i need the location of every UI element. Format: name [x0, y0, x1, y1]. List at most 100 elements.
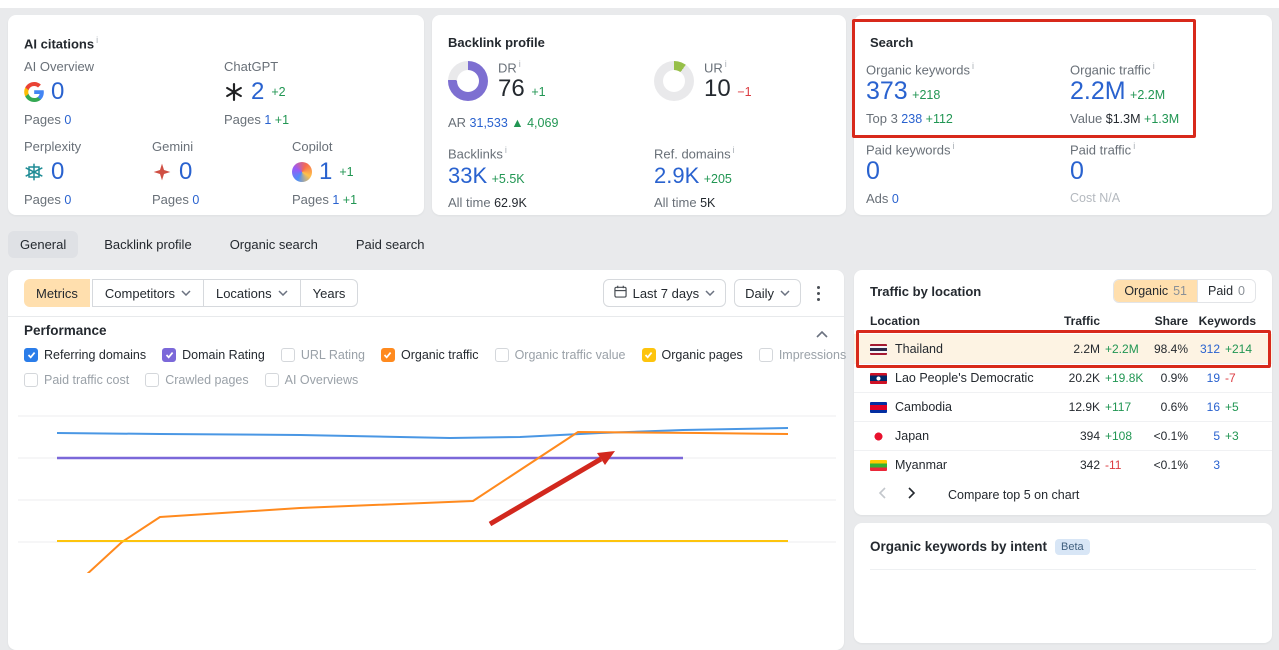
- organic-traffic-line: [86, 431, 789, 573]
- divider: [870, 569, 1256, 570]
- metrics-button[interactable]: Metrics: [24, 279, 90, 307]
- dr-donut-chart: [448, 61, 488, 101]
- country-flag-icon: [870, 430, 887, 442]
- metric-checkbox-organic-traffic[interactable]: Organic traffic: [380, 348, 479, 362]
- ur-label: UR i: [704, 59, 727, 76]
- prev-page-icon[interactable]: [878, 486, 886, 503]
- date-controls: Last 7 days Daily: [602, 279, 828, 307]
- metric-checkbox-row-2: Paid traffic cost Crawled pages AI Overvie…: [24, 373, 358, 387]
- performance-chart[interactable]: [8, 394, 844, 573]
- ai-pages-line: Pages 0: [24, 112, 72, 127]
- metric-checkbox-referring-domains[interactable]: Referring domains: [24, 348, 146, 362]
- calendar-icon: [613, 285, 627, 301]
- ai-citation-item: Copilot 1 +1 Pages 1 +1: [292, 139, 357, 207]
- tab-general[interactable]: General: [8, 231, 79, 258]
- compare-top5-link[interactable]: Compare top 5 on chart: [948, 488, 1079, 502]
- metric-checkbox-organic-traffic-value[interactable]: Organic traffic value: [494, 348, 626, 362]
- dr-label: DR i: [498, 59, 521, 76]
- chart-filter-toolbar: Metrics Competitors Locations Years: [24, 279, 359, 307]
- backlink-profile-title: Backlink profile: [448, 35, 545, 50]
- ai-citation-item: Perplexity 0 Pages 0: [24, 139, 81, 207]
- ar-rank: AR 31,533 ▲ 4,069: [448, 115, 559, 130]
- organic-keywords-value[interactable]: 373 +218: [866, 77, 940, 106]
- info-icon[interactable]: i: [96, 35, 98, 45]
- metric-checkbox-paid-traffic-cost[interactable]: Paid traffic cost: [24, 373, 129, 387]
- collapse-chevron-icon[interactable]: [816, 326, 828, 344]
- chevron-down-icon: [705, 290, 715, 296]
- gemini-icon: [152, 162, 172, 183]
- granularity-dropdown[interactable]: Daily: [734, 279, 801, 307]
- ai-source-name: Gemini: [152, 139, 194, 154]
- organic-traffic-label: Organic traffic i: [1070, 61, 1155, 78]
- next-page-icon[interactable]: [908, 486, 916, 503]
- metric-checkbox-ai-overviews[interactable]: AI Overviews: [264, 373, 358, 387]
- ai-citation-value[interactable]: 1 +1: [292, 158, 357, 186]
- report-tabs: General Backlink profile Organic search …: [8, 231, 437, 258]
- chatgpt-icon: [224, 82, 244, 103]
- competitors-dropdown[interactable]: Competitors: [91, 279, 204, 307]
- ai-pages-line: Pages 1 +1: [224, 112, 290, 127]
- date-range-dropdown[interactable]: Last 7 days: [602, 279, 727, 307]
- ai-citation-value[interactable]: 2 +2: [224, 78, 289, 106]
- tab-paid-search[interactable]: Paid search: [344, 231, 437, 258]
- locations-dropdown[interactable]: Locations: [203, 279, 301, 307]
- years-button[interactable]: Years: [300, 279, 359, 307]
- ai-citation-value[interactable]: 0: [152, 158, 199, 186]
- tab-organic-search[interactable]: Organic search: [218, 231, 330, 258]
- organic-traffic-value[interactable]: 2.2M +2.2M: [1070, 77, 1165, 106]
- intent-title: Organic keywords by intent Beta: [870, 539, 1090, 555]
- location-row-myanmar[interactable]: Myanmar 342 -11 <0.1% 3: [854, 450, 1272, 479]
- backlink-profile-card: Backlink profile DR i 76 +1 AR 31,533 ▲ 4…: [432, 15, 846, 215]
- ai-source-name: AI Overview: [24, 59, 95, 74]
- chevron-down-icon: [780, 290, 790, 296]
- top3-link[interactable]: 238: [901, 112, 922, 126]
- location-table-header: Location Traffic Share Keywords: [870, 314, 1256, 328]
- paid-keywords-ads: Ads 0: [866, 191, 899, 206]
- paid-keywords-label: Paid keywords i: [866, 141, 955, 158]
- country-flag-icon: [870, 372, 887, 384]
- beta-badge: Beta: [1055, 539, 1090, 555]
- paid-traffic-value[interactable]: 0: [1070, 157, 1084, 186]
- ref-domains-value[interactable]: 2.9K +205: [654, 163, 732, 189]
- location-row-lao[interactable]: Lao People's Democratic Reput20.2K+19.8K…: [854, 363, 1272, 392]
- search-title: Search: [870, 35, 914, 50]
- ur-donut-chart: [654, 61, 694, 101]
- ai-citation-item: ChatGPT 2 +2 Pages 1 +1: [224, 59, 289, 127]
- ai-citations-card: AI citations i AI Overview 0 Pages 0 ChatGPT…: [8, 15, 424, 215]
- paid-keywords-value[interactable]: 0: [866, 157, 880, 186]
- organic-paid-toggle: Organic 51 Paid 0: [1113, 279, 1256, 303]
- ai-citation-item: Gemini 0 Pages 0: [152, 139, 199, 207]
- metric-checkbox-organic-pages[interactable]: Organic pages: [641, 348, 743, 362]
- metric-checkbox-url-rating[interactable]: URL Rating: [280, 348, 365, 362]
- metric-checkbox-impressions[interactable]: Impressions: [758, 348, 846, 362]
- country-flag-icon: [870, 343, 887, 355]
- backlinks-value[interactable]: 33K +5.5K: [448, 163, 525, 189]
- organic-keywords-top3: Top 3 238 +112: [866, 111, 953, 126]
- top-edge-cards: [0, 0, 1279, 8]
- intent-card: Organic keywords by intent Beta: [854, 523, 1272, 643]
- metric-checkbox-domain-rating[interactable]: Domain Rating: [162, 348, 265, 362]
- location-row-thailand[interactable]: Thailand 2.2M +2.2M 98.4% 312 +214: [854, 334, 1272, 363]
- organic-keywords-label: Organic keywords i: [866, 61, 975, 78]
- country-flag-icon: [870, 459, 887, 471]
- performance-section-title: Performance: [24, 323, 107, 338]
- location-table-body: Thailand 2.2M +2.2M 98.4% 312 +214 Lao People'…: [854, 334, 1272, 479]
- search-card: Search Organic keywords i 373 +218 Top 3 …: [854, 15, 1272, 215]
- chevron-down-icon: [278, 290, 288, 296]
- ai-citation-value[interactable]: 0: [24, 158, 81, 186]
- tab-backlink-profile[interactable]: Backlink profile: [92, 231, 203, 258]
- location-row-japan[interactable]: Japan 394 +108 <0.1% 5 +3: [854, 421, 1272, 450]
- chevron-down-icon: [181, 290, 191, 296]
- perplexity-icon: [24, 162, 44, 183]
- ai-pages-line: Pages 0: [152, 192, 200, 207]
- toggle-organic[interactable]: Organic 51: [1114, 280, 1198, 302]
- ai-pages-line: Pages 1 +1: [292, 192, 358, 207]
- location-row-cambodia[interactable]: Cambodia 12.9K +117 0.6% 16 +5: [854, 392, 1272, 421]
- more-options-kebab-icon[interactable]: [809, 280, 828, 307]
- organic-traffic-value-line: Value $1.3M +1.3M: [1070, 111, 1180, 126]
- toggle-paid[interactable]: Paid 0: [1197, 280, 1255, 302]
- location-pagination: Compare top 5 on chart: [878, 486, 1079, 503]
- ai-citation-value[interactable]: 0: [24, 78, 94, 106]
- metric-checkbox-crawled-pages[interactable]: Crawled pages: [145, 373, 249, 387]
- ar-value-link[interactable]: 31,533: [470, 116, 508, 130]
